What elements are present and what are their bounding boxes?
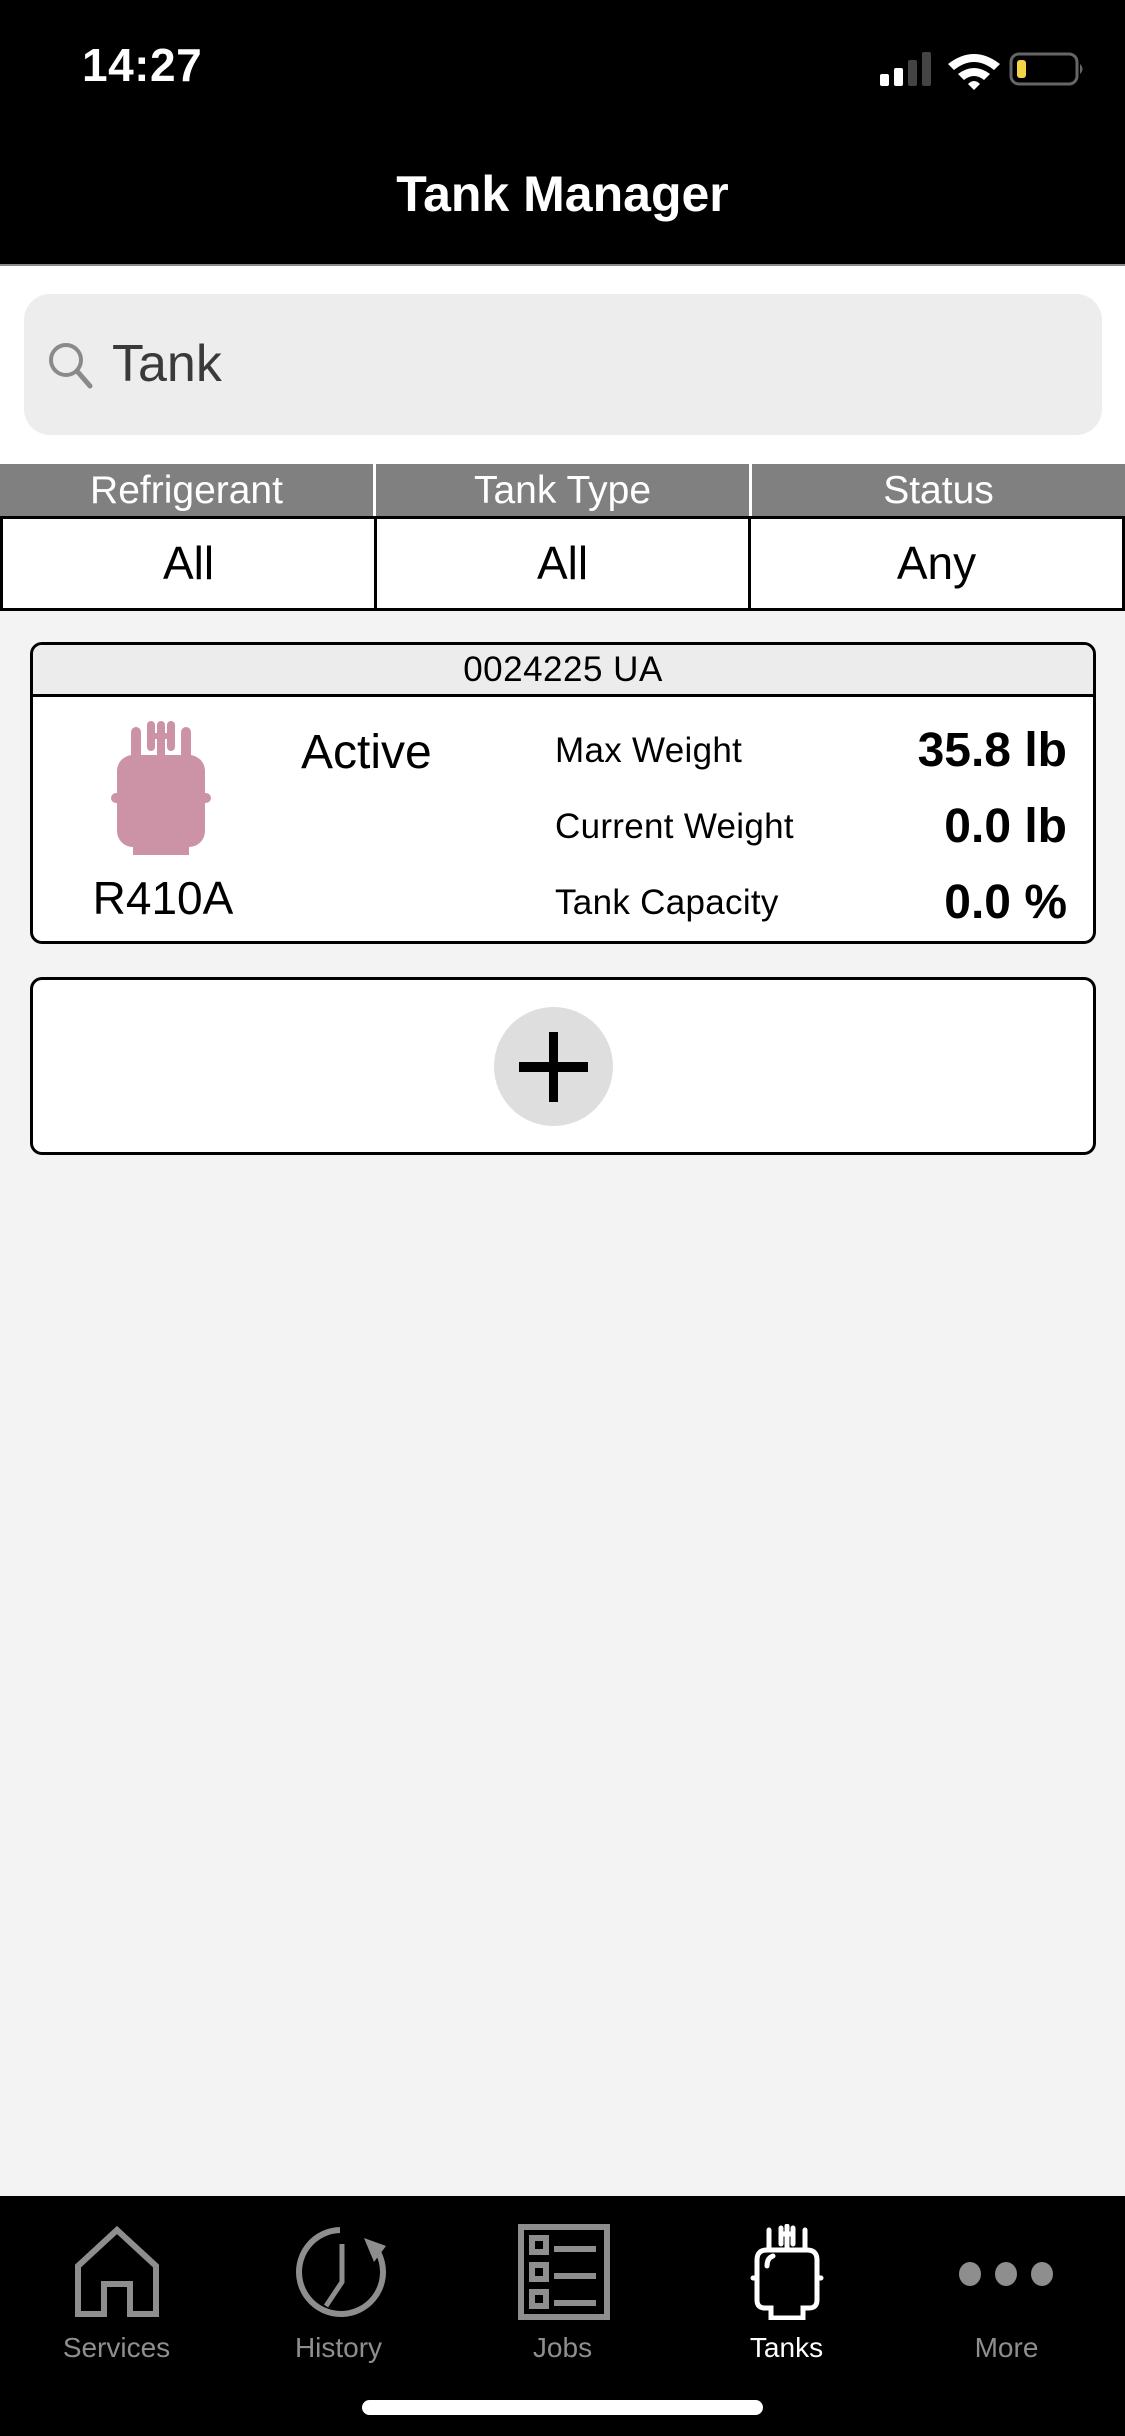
current-weight-value: 0.0 lb bbox=[944, 800, 1067, 853]
tank-capacity-label: Tank Capacity bbox=[555, 883, 779, 922]
tank-type-filter-select[interactable]: All bbox=[377, 519, 751, 608]
tab-jobs[interactable]: Jobs bbox=[450, 2196, 675, 2366]
wifi-icon bbox=[948, 54, 1000, 90]
search-bar[interactable] bbox=[24, 294, 1102, 435]
tab-label-jobs: Jobs bbox=[532, 2332, 593, 2363]
tab-services[interactable]: Services bbox=[4, 2196, 229, 2366]
tank-refrigerant: R410A bbox=[92, 872, 234, 924]
page-title: Tank Manager bbox=[396, 166, 729, 222]
tank-serial: 0024225 UA bbox=[33, 645, 1093, 697]
tank-capacity-value: 0.0 % bbox=[944, 876, 1067, 929]
filter-header-tank-type: Tank Type bbox=[376, 464, 752, 517]
tab-label-history: History bbox=[294, 2332, 383, 2363]
status-filter-select[interactable]: Any bbox=[751, 519, 1122, 608]
history-clock-icon bbox=[296, 2227, 386, 2317]
tab-label-more: More bbox=[974, 2332, 1039, 2363]
filter-values: All All Any bbox=[0, 516, 1125, 611]
home-indicator[interactable] bbox=[362, 2400, 763, 2415]
filter-header-status: Status bbox=[883, 469, 994, 512]
more-dots-icon bbox=[959, 2262, 1053, 2286]
tab-label-tanks: Tanks bbox=[749, 2332, 824, 2363]
cellular-signal-icon bbox=[880, 52, 931, 86]
max-weight-value: 35.8 lb bbox=[917, 724, 1067, 777]
tab-history[interactable]: History bbox=[226, 2196, 451, 2366]
navigation-header: 14:27 Tank Manager bbox=[0, 0, 1125, 264]
tab-tanks[interactable]: Tanks bbox=[674, 2196, 899, 2366]
add-tank-card[interactable] bbox=[30, 977, 1096, 1155]
search-input[interactable] bbox=[112, 324, 1072, 404]
filter-header-refrigerant: Refrigerant bbox=[0, 464, 376, 517]
status-icons bbox=[878, 50, 1088, 90]
battery-low-icon bbox=[1009, 52, 1083, 86]
current-weight-label: Current Weight bbox=[555, 807, 794, 846]
home-icon bbox=[75, 2225, 159, 2317]
tank-status: Active bbox=[301, 726, 432, 779]
add-tank-button[interactable] bbox=[494, 1007, 613, 1126]
search-icon bbox=[49, 343, 93, 389]
tab-more[interactable]: More bbox=[894, 2196, 1119, 2366]
max-weight-label: Max Weight bbox=[555, 731, 743, 770]
refrigerant-filter-select[interactable]: All bbox=[3, 519, 377, 608]
checklist-icon bbox=[518, 2224, 610, 2320]
refrigerant-tank-icon bbox=[111, 721, 211, 855]
filter-headers: Refrigerant Tank Type Status bbox=[0, 464, 1125, 517]
tab-label-services: Services bbox=[62, 2332, 171, 2363]
status-time: 14:27 bbox=[82, 39, 203, 91]
tank-card[interactable]: 0024225 UA R410A Active Max Weight 35.8 … bbox=[30, 642, 1096, 944]
tank-icon bbox=[750, 2224, 824, 2320]
